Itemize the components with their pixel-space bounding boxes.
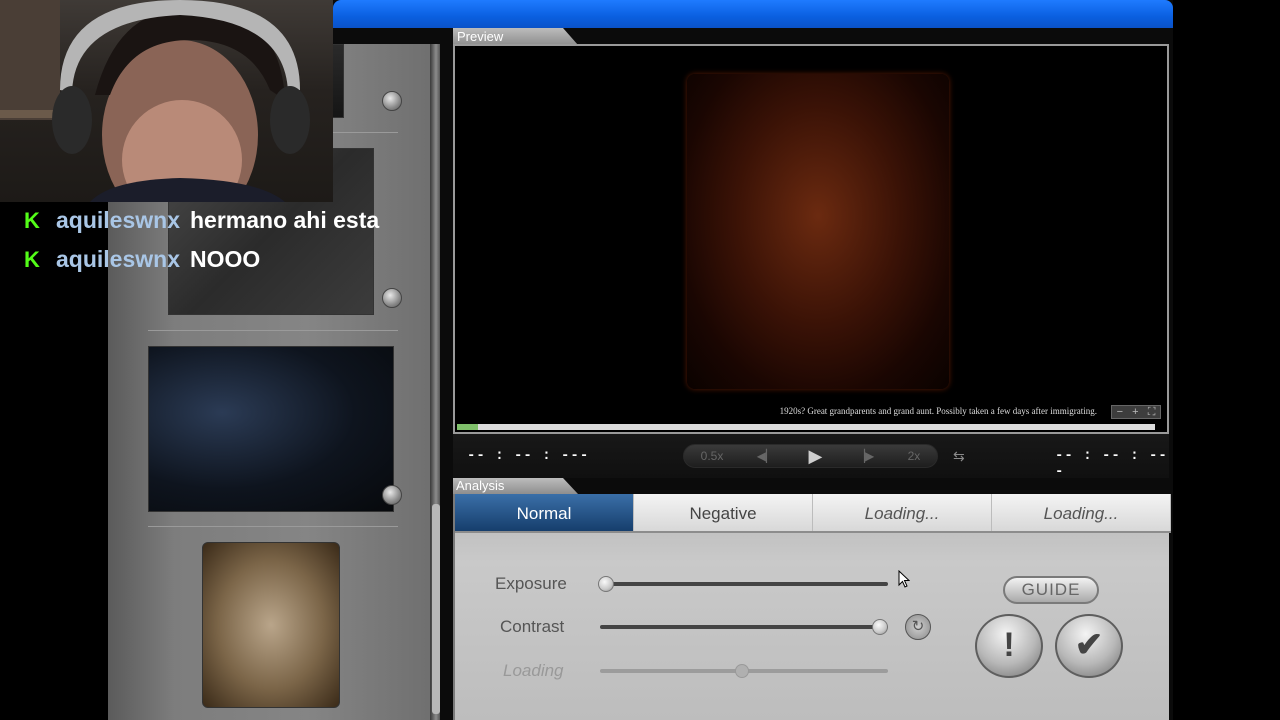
webcam-overlay	[0, 0, 333, 202]
playback-controls: 0.5x ◀▏ ▶ ▕▶ 2x	[683, 444, 938, 468]
chat-username: aquileswnx	[56, 207, 180, 233]
photo-caption: 1920s? Great grandparents and grand aunt…	[779, 406, 1097, 416]
tab-negative[interactable]: Negative	[634, 494, 813, 531]
confirm-button[interactable]: ✔	[1055, 614, 1123, 678]
loop-icon[interactable]: ⇆	[953, 448, 965, 465]
analysis-tab: Analysis	[453, 478, 578, 494]
loading-label: Loading	[503, 661, 564, 680]
chat-username: aquileswnx	[56, 246, 180, 272]
thumbnail-1-check-icon[interactable]	[382, 91, 402, 111]
divider	[148, 330, 398, 331]
preview-photo	[687, 74, 949, 389]
contrast-slider-knob[interactable]	[872, 619, 888, 635]
preview-tab: Preview	[453, 28, 578, 45]
mouse-cursor-icon	[898, 570, 910, 588]
kick-logo-icon: K	[24, 246, 40, 272]
window-titlebar[interactable]	[333, 0, 1173, 28]
play-icon[interactable]: ▶	[809, 446, 823, 467]
kick-logo-icon: K	[24, 207, 40, 233]
loading-slider-knob	[735, 664, 749, 678]
step-forward-icon[interactable]: ▕▶	[856, 449, 874, 463]
fullscreen-icon[interactable]: ⛶	[1148, 406, 1156, 418]
chat-overlay: K aquileswnx hermano ahi esta K aquilesw…	[0, 202, 440, 282]
thumbnail-2-check-icon[interactable]	[382, 288, 402, 308]
reset-icon[interactable]: ↻	[905, 614, 931, 640]
alert-button[interactable]: !	[975, 614, 1043, 678]
tab-loading-2[interactable]: Loading...	[992, 494, 1171, 531]
contrast-slider[interactable]	[600, 625, 888, 629]
exposure-label: Exposure	[495, 574, 567, 593]
chat-message: K aquileswnx NOOO	[24, 246, 260, 273]
guide-button[interactable]: GUIDE	[1003, 576, 1099, 604]
tab-loading-1[interactable]: Loading...	[813, 494, 992, 531]
thumbnail-scrollbar[interactable]	[430, 44, 440, 720]
step-back-icon[interactable]: ◀▏	[757, 449, 775, 463]
chat-message: K aquileswnx hermano ahi esta	[24, 207, 379, 234]
thumbnail-3[interactable]	[148, 346, 394, 512]
zoom-out-button[interactable]: −	[1117, 406, 1123, 418]
preview-panel: 1920s? Great grandparents and grand aunt…	[453, 44, 1169, 434]
exposure-slider[interactable]	[600, 582, 888, 586]
webcam-person-image	[0, 0, 310, 202]
chat-text: hermano ahi esta	[189, 207, 380, 233]
slow-speed-button[interactable]: 0.5x	[701, 449, 724, 463]
current-time: -- : -- : ---	[467, 448, 590, 464]
tab-normal[interactable]: Normal	[455, 494, 634, 531]
exposure-slider-knob[interactable]	[598, 576, 614, 592]
analysis-mode-tabs: Normal Negative Loading... Loading...	[455, 494, 1171, 533]
divider	[148, 526, 398, 527]
total-time: -- : -- : ---	[1055, 448, 1168, 480]
seek-progress	[457, 424, 478, 430]
thumbnail-4-selected[interactable]	[202, 542, 340, 708]
contrast-label: Contrast	[500, 617, 565, 636]
zoom-control[interactable]: − + ⛶	[1111, 405, 1161, 419]
fast-speed-button[interactable]: 2x	[908, 449, 921, 463]
zoom-in-button[interactable]: +	[1132, 406, 1138, 418]
scrollbar-handle[interactable]	[432, 504, 440, 714]
thumbnail-3-check-icon[interactable]	[382, 485, 402, 505]
playback-bar: -- : -- : --- 0.5x ◀▏ ▶ ▕▶ 2x ⇆ -- : -- …	[453, 434, 1169, 480]
seek-bar[interactable]	[457, 424, 1155, 430]
analysis-panel: Normal Negative Loading... Loading... Ex…	[453, 494, 1171, 720]
chat-text: NOOO	[189, 246, 261, 272]
